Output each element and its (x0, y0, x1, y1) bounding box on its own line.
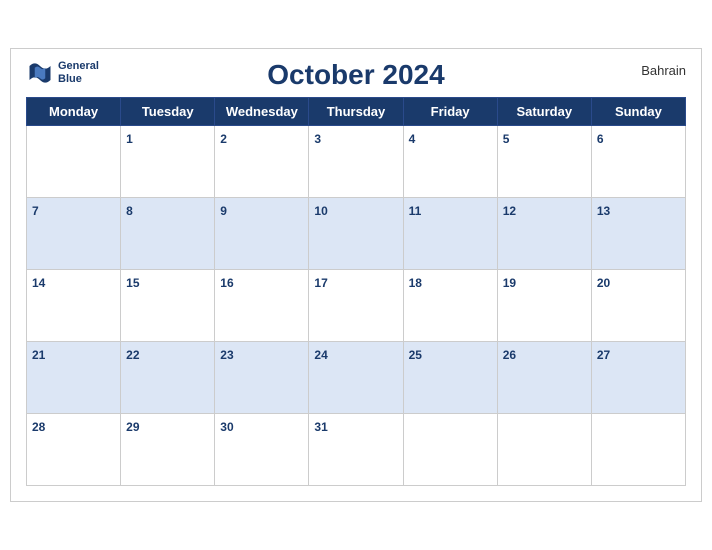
day-number-2: 2 (220, 132, 227, 146)
day-cell-29: 29 (121, 414, 215, 486)
day-number-22: 22 (126, 348, 139, 362)
weekday-header-friday: Friday (403, 98, 497, 126)
day-number-17: 17 (314, 276, 327, 290)
weekday-header-saturday: Saturday (497, 98, 591, 126)
day-cell-26: 26 (497, 342, 591, 414)
day-cell-27: 27 (591, 342, 685, 414)
day-cell-4: 4 (403, 126, 497, 198)
empty-cell (403, 414, 497, 486)
day-number-18: 18 (409, 276, 422, 290)
day-cell-7: 7 (27, 198, 121, 270)
day-number-24: 24 (314, 348, 327, 362)
empty-cell (27, 126, 121, 198)
day-cell-5: 5 (497, 126, 591, 198)
day-number-8: 8 (126, 204, 133, 218)
day-cell-2: 2 (215, 126, 309, 198)
day-cell-9: 9 (215, 198, 309, 270)
day-cell-23: 23 (215, 342, 309, 414)
day-number-31: 31 (314, 420, 327, 434)
week-row-1: 1 2 3 4 5 6 (27, 126, 686, 198)
day-cell-25: 25 (403, 342, 497, 414)
day-cell-24: 24 (309, 342, 403, 414)
week-row-3: 14 15 16 17 18 19 20 (27, 270, 686, 342)
day-cell-12: 12 (497, 198, 591, 270)
weekday-header-sunday: Sunday (591, 98, 685, 126)
day-number-7: 7 (32, 204, 39, 218)
day-number-1: 1 (126, 132, 133, 146)
weekday-header-row: MondayTuesdayWednesdayThursdayFridaySatu… (27, 98, 686, 126)
day-cell-1: 1 (121, 126, 215, 198)
day-number-6: 6 (597, 132, 604, 146)
empty-cell (591, 414, 685, 486)
title-area: October 2024 (267, 59, 444, 91)
day-number-28: 28 (32, 420, 45, 434)
day-cell-13: 13 (591, 198, 685, 270)
country-label: Bahrain (641, 63, 686, 78)
day-number-25: 25 (409, 348, 422, 362)
day-number-20: 20 (597, 276, 610, 290)
day-number-19: 19 (503, 276, 516, 290)
day-number-5: 5 (503, 132, 510, 146)
day-cell-18: 18 (403, 270, 497, 342)
day-number-26: 26 (503, 348, 516, 362)
empty-cell (497, 414, 591, 486)
calendar-container: General Blue October 2024 Bahrain Monday… (10, 48, 702, 502)
generalblue-logo-icon (26, 59, 54, 87)
calendar-title: October 2024 (267, 59, 444, 91)
weekday-header-tuesday: Tuesday (121, 98, 215, 126)
weekday-header-monday: Monday (27, 98, 121, 126)
day-cell-15: 15 (121, 270, 215, 342)
day-cell-30: 30 (215, 414, 309, 486)
day-number-27: 27 (597, 348, 610, 362)
day-number-23: 23 (220, 348, 233, 362)
weekday-header-wednesday: Wednesday (215, 98, 309, 126)
day-number-14: 14 (32, 276, 45, 290)
day-cell-6: 6 (591, 126, 685, 198)
weekday-header-thursday: Thursday (309, 98, 403, 126)
day-number-29: 29 (126, 420, 139, 434)
day-cell-14: 14 (27, 270, 121, 342)
logo-area: General Blue (26, 59, 99, 87)
logo-text: General Blue (58, 60, 99, 86)
day-cell-31: 31 (309, 414, 403, 486)
day-number-9: 9 (220, 204, 227, 218)
day-cell-22: 22 (121, 342, 215, 414)
day-number-21: 21 (32, 348, 45, 362)
calendar-header: General Blue October 2024 Bahrain (26, 59, 686, 91)
day-cell-16: 16 (215, 270, 309, 342)
day-cell-10: 10 (309, 198, 403, 270)
week-row-2: 7 8 9 10 11 12 13 (27, 198, 686, 270)
day-number-13: 13 (597, 204, 610, 218)
day-cell-3: 3 (309, 126, 403, 198)
week-row-5: 28 29 30 31 (27, 414, 686, 486)
day-cell-20: 20 (591, 270, 685, 342)
day-number-4: 4 (409, 132, 416, 146)
day-cell-11: 11 (403, 198, 497, 270)
day-number-16: 16 (220, 276, 233, 290)
day-number-15: 15 (126, 276, 139, 290)
week-row-4: 21 22 23 24 25 26 27 (27, 342, 686, 414)
day-number-12: 12 (503, 204, 516, 218)
day-number-30: 30 (220, 420, 233, 434)
day-cell-19: 19 (497, 270, 591, 342)
day-number-3: 3 (314, 132, 321, 146)
day-cell-21: 21 (27, 342, 121, 414)
day-cell-28: 28 (27, 414, 121, 486)
calendar-grid: MondayTuesdayWednesdayThursdayFridaySatu… (26, 97, 686, 486)
day-number-11: 11 (409, 204, 422, 218)
day-number-10: 10 (314, 204, 327, 218)
day-cell-17: 17 (309, 270, 403, 342)
day-cell-8: 8 (121, 198, 215, 270)
